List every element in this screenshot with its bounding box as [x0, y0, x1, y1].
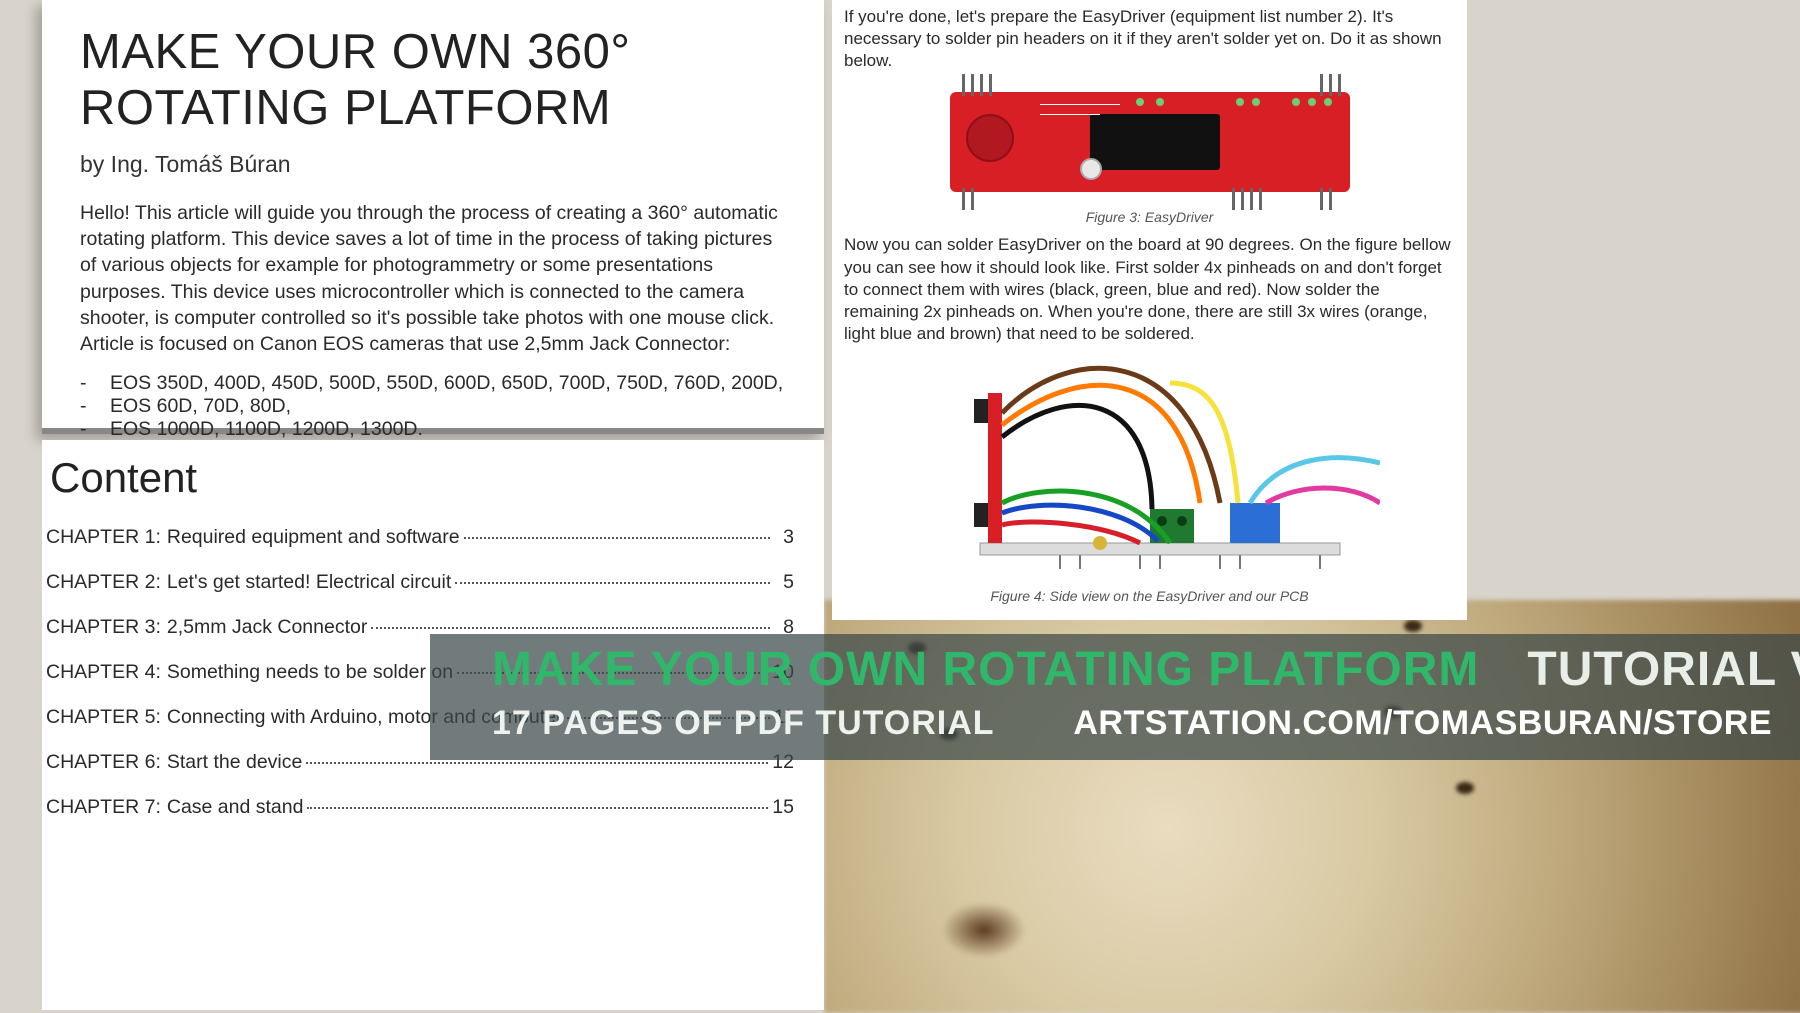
document-title: MAKE YOUR OWN 360° ROTATING PLATFORM — [80, 24, 786, 137]
toc-row: CHAPTER 1: Required equipment and softwa… — [46, 526, 794, 549]
toc-chapter: CHAPTER 6: — [46, 751, 167, 774]
list-item: EOS 60D, 70D, 80D, — [80, 395, 786, 418]
overlay-title-part1: MAKE YOUR OWN ROTATING PLATFORM — [492, 642, 1479, 697]
document-header-card: MAKE YOUR OWN 360° ROTATING PLATFORM by … — [42, 0, 824, 434]
document-intro: Hello! This article will guide you throu… — [80, 200, 786, 358]
toc-page: 5 — [770, 571, 794, 594]
figure-caption: Figure 3: EasyDriver — [844, 208, 1455, 226]
paragraph: If you're done, let's prepare the EasyDr… — [844, 6, 1455, 72]
figure-wiring — [920, 353, 1380, 583]
overlay-title-part2: TUTORIAL VOL. 01 — [1527, 642, 1800, 697]
toc-row: CHAPTER 2: Let's get started! Electrical… — [46, 571, 794, 594]
toc-name: Start the device — [167, 751, 307, 774]
toc-name: Something needs to be solder on — [167, 661, 457, 684]
toc-page: 3 — [770, 526, 794, 549]
toc-row: CHAPTER 7: Case and stand 15 — [46, 796, 794, 819]
toc-chapter: CHAPTER 5: — [46, 706, 167, 729]
toc-chapter: CHAPTER 1: — [46, 526, 167, 549]
list-item: EOS 1000D, 1100D, 1200D, 1300D. — [80, 418, 786, 441]
list-item: EOS 350D, 400D, 450D, 500D, 550D, 600D, … — [80, 372, 786, 395]
toc-chapter: CHAPTER 2: — [46, 571, 167, 594]
toc-page: 15 — [768, 796, 794, 819]
paragraph: Now you can solder EasyDriver on the boa… — [844, 234, 1455, 344]
toc-leader — [306, 762, 768, 764]
toc-name: Required equipment and software — [167, 526, 464, 549]
toc-leader — [371, 627, 770, 629]
toc-leader — [455, 582, 770, 584]
toc-heading: Content — [46, 454, 794, 502]
document-author: by Ing. Tomáš Búran — [80, 151, 786, 178]
figure-easydriver — [920, 80, 1380, 204]
promo-overlay: MAKE YOUR OWN ROTATING PLATFORM TUTORIAL… — [430, 634, 1800, 760]
toc-chapter: CHAPTER 3: — [46, 616, 167, 639]
toc-leader — [464, 537, 770, 539]
figure-card: If you're done, let's prepare the EasyDr… — [832, 0, 1467, 620]
toc-leader — [307, 807, 768, 809]
overlay-store-url: ARTSTATION.COM/TOMASBURAN/STORE — [1073, 704, 1772, 743]
toc-name: Let's get started! Electrical circuit — [167, 571, 455, 594]
toc-chapter: CHAPTER 4: — [46, 661, 167, 684]
toc-name: 2,5mm Jack Connector — [167, 616, 372, 639]
toc-name: Case and stand — [167, 796, 308, 819]
camera-list: EOS 350D, 400D, 450D, 500D, 550D, 600D, … — [80, 372, 786, 441]
toc-chapter: CHAPTER 7: — [46, 796, 167, 819]
overlay-subtitle: 17 PAGES OF PDF TUTORIAL — [492, 704, 995, 743]
figure-caption: Figure 4: Side view on the EasyDriver an… — [844, 587, 1455, 605]
overlay-title: MAKE YOUR OWN ROTATING PLATFORM TUTORIAL… — [492, 642, 1800, 697]
